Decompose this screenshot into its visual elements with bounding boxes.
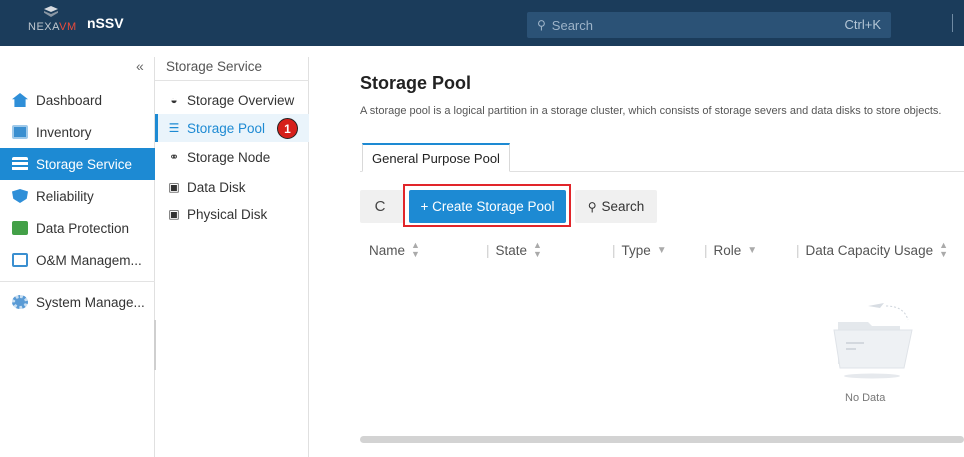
subnav-item-storage-pool[interactable]: ☰ Storage Pool 1 — [155, 114, 309, 142]
top-bar: NEXAVM nSSV ⚲ Search Ctrl+K — [0, 0, 964, 46]
panel-resize-handle[interactable] — [154, 320, 156, 370]
filter-icon[interactable]: ▼ — [657, 245, 667, 256]
nav-item-label: Inventory — [36, 124, 92, 140]
nav-divider — [0, 281, 155, 282]
empty-state-text: No Data — [845, 392, 886, 404]
physical-disk-icon: ▣ — [168, 207, 180, 221]
page-title: Storage Pool — [360, 73, 472, 93]
subnav-item-data-disk[interactable]: ▣ Data Disk — [155, 173, 309, 201]
storage-service-icon — [12, 157, 28, 171]
search-button-label: Search — [601, 199, 645, 214]
column-label: Role — [713, 242, 742, 258]
filter-icon[interactable]: ▼ — [747, 245, 757, 256]
nav-item-dashboard[interactable]: Dashboard — [0, 84, 155, 116]
overview-icon: ◒ — [170, 93, 178, 107]
logo-text: NEXAVM — [28, 21, 77, 33]
column-header-role[interactable]: | Role ▼ — [704, 238, 757, 262]
subnav-item-label: Storage Node — [187, 149, 271, 165]
data-protection-icon — [12, 221, 28, 235]
search-icon: ⚲ — [537, 18, 546, 32]
search-shortcut: Ctrl+K — [844, 17, 881, 32]
subnav-item-physical-disk[interactable]: ▣ Physical Disk — [155, 200, 309, 228]
nav-item-label: System Manage... — [36, 294, 145, 310]
column-header-name[interactable]: Name ▲ ▼ — [369, 238, 420, 262]
column-header-type[interactable]: | Type ▼ — [612, 238, 667, 262]
column-header-state[interactable]: | State ▲ ▼ — [486, 238, 542, 262]
refresh-button[interactable]: C — [360, 190, 400, 223]
sort-icon[interactable]: ▲ ▼ — [411, 241, 420, 259]
nav-item-storage-service[interactable]: Storage Service — [0, 148, 155, 180]
database-icon: ☰ — [168, 121, 180, 135]
search-icon: ⚲ — [587, 199, 597, 214]
subnav-item-storage-overview[interactable]: ◒ Storage Overview — [155, 86, 309, 114]
sort-icon[interactable]: ▲ ▼ — [939, 241, 948, 259]
tab-general-purpose-pool[interactable]: General Purpose Pool — [362, 143, 510, 172]
column-label: State — [495, 242, 528, 258]
nav-item-label: Reliability — [36, 188, 94, 204]
nav-item-label: Data Protection — [36, 220, 130, 236]
subnav-item-label: Data Disk — [187, 179, 246, 195]
collapse-sidebar-icon[interactable]: « — [136, 58, 144, 74]
subnav-divider — [155, 80, 309, 81]
inventory-icon — [12, 125, 28, 139]
subnav-title: Storage Service — [166, 59, 263, 74]
nav-item-label: O&M Managem... — [36, 252, 142, 268]
subnav-item-label: Storage Pool — [187, 120, 266, 136]
global-search-input[interactable]: ⚲ Search Ctrl+K — [527, 12, 891, 38]
nav-item-label: Dashboard — [36, 92, 103, 108]
nav-item-label: Storage Service — [36, 156, 133, 172]
nav-item-om-management[interactable]: O&M Managem... — [0, 244, 155, 276]
nav-item-inventory[interactable]: Inventory — [0, 116, 155, 148]
search-placeholder: Search — [551, 17, 593, 33]
subnav-item-label: Physical Disk — [187, 206, 268, 222]
subnav-item-label: Storage Overview — [187, 92, 295, 108]
step-badge: 1 — [277, 118, 298, 139]
nav-item-system-management[interactable]: System Manage... — [0, 286, 155, 318]
topbar-divider — [952, 14, 964, 32]
brand-logo[interactable]: NEXAVM — [28, 4, 77, 44]
subnav-item-storage-node[interactable]: ⚭ Storage Node — [155, 143, 309, 171]
horizontal-scrollbar[interactable] — [360, 436, 964, 443]
sort-icon[interactable]: ▲ ▼ — [533, 241, 542, 259]
logo-mark-icon — [44, 6, 58, 17]
disk-icon: ▣ — [168, 180, 180, 194]
gear-icon — [12, 295, 28, 309]
monitor-icon — [12, 253, 28, 267]
search-button[interactable]: ⚲ Search — [575, 190, 657, 223]
app-name: nSSV — [87, 15, 124, 31]
column-label: Data Capacity Usage — [805, 242, 934, 258]
shield-icon — [12, 189, 28, 203]
column-header-data-capacity-usage[interactable]: | Data Capacity Usage ▲ ▼ — [796, 238, 948, 262]
refresh-icon: C — [374, 198, 386, 215]
column-label: Name — [369, 242, 406, 258]
home-icon — [12, 93, 28, 107]
nav-item-data-protection[interactable]: Data Protection — [0, 212, 155, 244]
page-description: A storage pool is a logical partition in… — [360, 105, 942, 117]
nav-item-reliability[interactable]: Reliability — [0, 180, 155, 212]
annotation-highlight-box — [403, 184, 571, 227]
node-icon: ⚭ — [168, 150, 180, 164]
empty-folder-icon — [833, 303, 913, 379]
column-label: Type — [621, 242, 651, 258]
